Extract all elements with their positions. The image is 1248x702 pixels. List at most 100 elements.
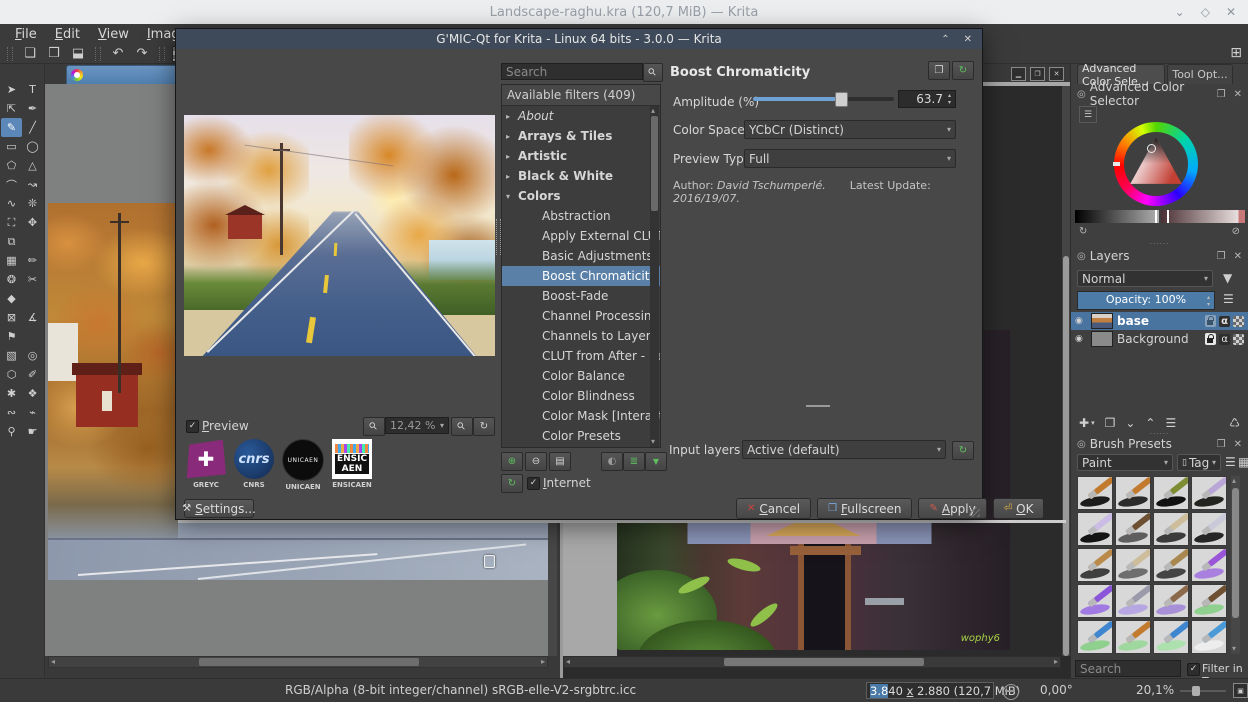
- tool-button[interactable]: ❊: [22, 194, 43, 213]
- hue-ring[interactable]: [1113, 122, 1198, 206]
- panel-splitter-handle[interactable]: [806, 405, 830, 407]
- tool-button[interactable]: ✒: [22, 99, 43, 118]
- institution-logo[interactable]: ✚ GREYC: [186, 439, 226, 491]
- tool-button[interactable]: ∾: [1, 403, 22, 422]
- brush-preset[interactable]: [1153, 476, 1189, 510]
- brush-preset[interactable]: [1115, 548, 1151, 582]
- brush-preset[interactable]: [1191, 512, 1227, 546]
- brush-preset[interactable]: [1115, 512, 1151, 546]
- docker-float-icon[interactable]: ❐: [1217, 89, 1226, 100]
- scroll-right-icon[interactable]: ▸: [1054, 657, 1058, 667]
- lock-icon[interactable]: [1205, 333, 1217, 345]
- no-color-icon[interactable]: ⊘: [1232, 226, 1240, 237]
- brush-preset[interactable]: [1077, 620, 1113, 654]
- blend-mode-dropdown[interactable]: Normal ▾: [1077, 270, 1213, 287]
- brush-preset[interactable]: [1191, 584, 1227, 618]
- docker-menu-icon[interactable]: ◎: [1077, 251, 1086, 262]
- filter-tree-item[interactable]: ▾ Colors: [502, 186, 660, 206]
- filter-tree-item[interactable]: Basic Adjustments: [502, 246, 660, 266]
- tool-button[interactable]: ⬡: [1, 365, 22, 384]
- tool-button[interactable]: ◯: [22, 137, 43, 156]
- brush-preset[interactable]: [1077, 548, 1113, 582]
- filter-tree-item[interactable]: Boost-Fade: [502, 286, 660, 306]
- layer-row[interactable]: ◉ base α: [1071, 312, 1248, 330]
- amplitude-slider[interactable]: [753, 91, 894, 107]
- brush-preset[interactable]: [1191, 476, 1227, 510]
- slider-handle[interactable]: [834, 92, 848, 107]
- brush-preset[interactable]: [1077, 584, 1113, 618]
- tool-button[interactable]: ▧: [1, 346, 22, 365]
- remove-fave-icon[interactable]: ⊖: [525, 452, 547, 471]
- tool-button[interactable]: ➤: [1, 80, 22, 99]
- tool-button[interactable]: ⚑: [1, 327, 22, 346]
- tool-button[interactable]: △: [22, 156, 43, 175]
- refresh-layers-icon[interactable]: ↻: [952, 441, 974, 460]
- menu-item[interactable]: File: [6, 27, 46, 42]
- docker-menu-icon[interactable]: ◎: [1077, 89, 1086, 100]
- brush-search-input[interactable]: [1075, 660, 1181, 677]
- amplitude-spinbox[interactable]: 63.7 ▴ ▾: [898, 90, 956, 108]
- window-close-icon[interactable]: ✕: [1226, 5, 1236, 19]
- brush-preset[interactable]: [1115, 620, 1151, 654]
- zoom-fit-icon[interactable]: ▣: [1233, 683, 1248, 698]
- docker-menu-icon[interactable]: ◎: [1077, 439, 1086, 450]
- tool-button[interactable]: ⇱: [1, 99, 22, 118]
- docker-close-icon[interactable]: ✕: [1234, 251, 1242, 262]
- gmic-titlebar[interactable]: G'MIC-Qt for Krita - Linux 64 bits - 3.0…: [176, 29, 982, 49]
- filter-tree-item[interactable]: ▸ About: [502, 106, 660, 126]
- color-selector-settings-icon[interactable]: ☰: [1079, 106, 1097, 123]
- brush-preset[interactable]: [1115, 476, 1151, 510]
- scroll-right-icon[interactable]: ▸: [541, 657, 545, 667]
- eye-icon[interactable]: ◉: [1075, 316, 1087, 326]
- menu-item[interactable]: Edit: [46, 27, 89, 42]
- undo-icon[interactable]: ↶: [108, 46, 128, 61]
- preview-zoom-combobox[interactable]: 12,42 % ▾: [385, 417, 449, 434]
- tool-button[interactable]: ❖: [22, 384, 43, 403]
- filter-tree-item[interactable]: Abstraction: [502, 206, 660, 226]
- filter-in-tag-checkbox[interactable]: ✓: [1187, 663, 1200, 676]
- color-space-dropdown[interactable]: YCbCr (Distinct) ▾: [744, 120, 956, 139]
- lock-icon[interactable]: [1205, 315, 1217, 327]
- image-dimensions-field[interactable]: 3.8 40 x 2.880 (120,7 MiB): [866, 682, 1020, 699]
- tint-shade-strip[interactable]: [1161, 210, 1245, 223]
- brush-preset[interactable]: [1153, 512, 1189, 546]
- add-layer-icon[interactable]: ✚: [1079, 416, 1089, 430]
- workspace-chooser-icon[interactable]: ⊞: [1230, 45, 1242, 61]
- scroll-left-icon[interactable]: ◂: [566, 657, 570, 667]
- tool-button[interactable]: ⌒: [1, 175, 22, 194]
- tool-button[interactable]: ✐: [22, 365, 43, 384]
- tool-button[interactable]: ↝: [22, 175, 43, 194]
- layer-row[interactable]: ◉ Background α: [1071, 330, 1248, 348]
- tool-button[interactable]: ⚲: [1, 422, 22, 441]
- duplicate-layer-icon[interactable]: ❐: [1105, 416, 1116, 430]
- tool-button[interactable]: ✂: [22, 270, 43, 289]
- mdi-close-icon[interactable]: ✕: [1049, 67, 1064, 81]
- zoom-in-icon[interactable]: ⚲: [451, 417, 473, 436]
- canvas-rotation-dial[interactable]: [1003, 684, 1019, 700]
- brush-preset[interactable]: [1077, 476, 1113, 510]
- copy-command-icon[interactable]: ❐: [928, 61, 950, 80]
- color-history-icon[interactable]: ↻: [1079, 226, 1087, 237]
- new-document-icon[interactable]: ❏: [20, 46, 40, 61]
- dialog-shade-icon[interactable]: ⌃: [941, 34, 949, 45]
- tool-button[interactable]: ✏: [22, 251, 43, 270]
- inherit-alpha-icon[interactable]: [1233, 333, 1244, 345]
- tool-button[interactable]: ⧉: [1, 232, 22, 251]
- filter-tree-item[interactable]: ▸ Arrays & Tiles: [502, 126, 660, 146]
- storage-icon[interactable]: ▦: [1238, 455, 1248, 469]
- filter-tree-item[interactable]: Channel Processing: [502, 306, 660, 326]
- dialog-button[interactable]: ⏎ OK: [992, 498, 1045, 519]
- dialog-resize-grip[interactable]: [970, 507, 980, 517]
- mdi-minimize-icon[interactable]: ▁: [1011, 67, 1026, 81]
- tool-button[interactable]: ▦: [1, 251, 22, 270]
- tree-expand-icon[interactable]: ▸: [506, 132, 518, 141]
- filter-selection-mode-icon[interactable]: ▼: [645, 452, 667, 471]
- layer-options-icon[interactable]: ☰: [1223, 292, 1234, 306]
- filter-tree-item[interactable]: Boost Chromaticity: [502, 266, 660, 286]
- canvas-horizontal-scrollbar[interactable]: ◂ ▸: [563, 656, 1061, 668]
- window-minimize-icon[interactable]: ⌄: [1175, 5, 1185, 19]
- canvas-vertical-scrollbar[interactable]: ▾: [1062, 86, 1070, 656]
- tree-expand-icon[interactable]: ▾: [506, 192, 518, 201]
- institution-logo[interactable]: UNICAEN UNICAEN: [282, 439, 324, 491]
- tool-button[interactable]: ⛶: [1, 213, 22, 232]
